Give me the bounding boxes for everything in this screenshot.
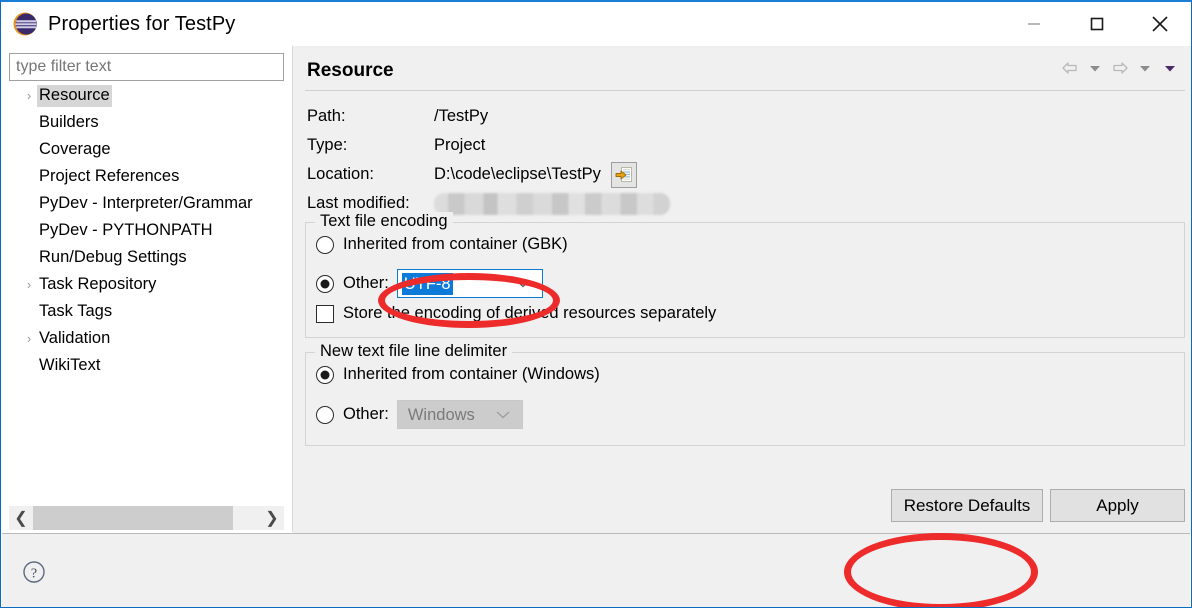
tree-item-label: PyDev - PYTHONPATH [39, 220, 213, 239]
svg-text:?: ? [31, 566, 37, 581]
page-title: Resource [307, 60, 394, 81]
page-navigation [1059, 56, 1181, 80]
line-delimiter-legend: New text file line delimiter [315, 342, 513, 361]
field-type-value: Project [434, 136, 486, 154]
tree-item-label: Builders [39, 112, 99, 131]
field-path-label: Path: [307, 107, 346, 125]
delimiter-other-label: Other: [343, 405, 389, 423]
dialog-footer: ? Apply and Close Cancel [2, 534, 1190, 607]
chevron-left-icon[interactable]: ❮ [9, 506, 33, 530]
delimiter-inherited-radio[interactable] [316, 365, 334, 384]
view-menu-chevron-down-icon[interactable] [1159, 56, 1181, 80]
tree-item-task-tags[interactable]: ›Task Tags [9, 298, 284, 325]
tree-item-run-debug-settings[interactable]: ›Run/Debug Settings [9, 244, 284, 271]
restore-defaults-button[interactable]: Restore Defaults [891, 489, 1043, 522]
chevron-right-icon[interactable]: › [21, 271, 37, 298]
tree-item-pydev-pythonpath[interactable]: ›PyDev - PYTHONPATH [9, 217, 284, 244]
field-last-modified-label: Last modified: [307, 194, 410, 212]
resource-fields: Path: /TestPy Type: Project Location: D:… [307, 102, 1177, 218]
line-delimiter-group: New text file line delimiter Inherited f… [305, 342, 1185, 446]
tree-item-validation[interactable]: › Validation [9, 325, 284, 352]
encoding-other-label: Other: [343, 274, 389, 292]
delimiter-combo-value: Windows [407, 405, 475, 424]
text-file-encoding-group: Text file encoding Inherited from contai… [305, 212, 1185, 338]
delimiter-inherited-label: Inherited from container (Windows) [343, 365, 600, 383]
minimize-button[interactable] [1002, 2, 1065, 46]
delimiter-inherited-row[interactable]: Inherited from container (Windows) [316, 365, 600, 384]
field-location-value: D:\code\eclipse\TestPy [434, 165, 601, 183]
window-title: Properties for TestPy [48, 12, 236, 35]
tree-item-builders[interactable]: ›Builders [9, 109, 284, 136]
encoding-other-row[interactable]: Other: UTF-8 [316, 269, 543, 298]
tree-item-label: Task Tags [39, 301, 113, 320]
field-path: Path: /TestPy [307, 102, 1177, 131]
encoding-combo-value: UTF-8 [401, 272, 453, 295]
tree-item-label: PyDev - Interpreter/Grammar [39, 193, 253, 212]
store-derived-row[interactable]: Store the encoding of derived resources … [316, 304, 716, 323]
navigation-panel: ›Resource›Builders›Coverage›Project Refe… [9, 53, 286, 533]
chevron-down-icon[interactable] [516, 274, 530, 293]
text-file-encoding-legend: Text file encoding [315, 212, 453, 231]
tree-item-label: Coverage [39, 139, 111, 158]
properties-dialog: Properties for TestPy ›Resource›Builders… [0, 0, 1192, 608]
tree-item-task-repository[interactable]: › Task Repository [9, 271, 284, 298]
tree-item-label: Resource [37, 84, 112, 107]
field-type-label: Type: [307, 136, 348, 154]
chevron-down-icon [496, 405, 510, 424]
settings-tree[interactable]: ›Resource›Builders›Coverage›Project Refe… [9, 82, 284, 531]
header-divider [305, 90, 1185, 91]
back-menu-chevron-down-icon[interactable] [1084, 56, 1106, 80]
window-controls [1002, 2, 1191, 46]
tree-item-label: Project References [39, 166, 180, 185]
tree-item-coverage[interactable]: ›Coverage [9, 136, 284, 163]
redacted-value [434, 192, 670, 215]
field-location-label: Location: [307, 165, 374, 183]
tree-horizontal-scrollbar[interactable]: ❮ ❯ [9, 506, 284, 530]
scrollbar-track[interactable] [33, 506, 260, 530]
forward-menu-chevron-down-icon[interactable] [1134, 56, 1156, 80]
chevron-right-icon[interactable]: › [21, 82, 37, 109]
delimiter-other-radio[interactable] [316, 405, 334, 424]
delimiter-other-row[interactable]: Other: Windows [316, 400, 523, 429]
encoding-combo[interactable]: UTF-8 [396, 269, 543, 298]
delimiter-combo: Windows [396, 400, 523, 429]
filter-box[interactable] [9, 53, 284, 81]
arrow-right-icon[interactable] [1109, 56, 1131, 80]
search-input[interactable] [10, 58, 283, 76]
chevron-right-icon[interactable]: › [21, 325, 37, 352]
encoding-inherited-radio[interactable] [316, 235, 334, 254]
tree-item-pydev-interpreter-grammar[interactable]: ›PyDev - Interpreter/Grammar [9, 190, 284, 217]
arrow-left-icon[interactable] [1059, 56, 1081, 80]
chevron-right-icon[interactable]: ❯ [260, 506, 284, 530]
open-location-icon[interactable] [610, 161, 637, 188]
tree-item-label: Validation [39, 328, 111, 347]
maximize-button[interactable] [1065, 2, 1128, 46]
close-button[interactable] [1128, 2, 1191, 46]
scrollbar-thumb[interactable] [33, 506, 233, 530]
tree-item-label: Run/Debug Settings [39, 247, 187, 266]
tree-item-wikitext[interactable]: ›WikiText [9, 352, 284, 379]
field-path-value: /TestPy [434, 107, 489, 125]
field-type: Type: Project [307, 131, 1177, 160]
tree-item-label: WikiText [39, 355, 101, 374]
apply-button[interactable]: Apply [1050, 489, 1185, 522]
tree-item-label: Task Repository [39, 274, 157, 293]
store-derived-checkbox[interactable] [316, 304, 334, 323]
encoding-inherited-row[interactable]: Inherited from container (GBK) [316, 235, 568, 254]
encoding-other-radio[interactable] [316, 274, 334, 293]
tree-item-resource[interactable]: › Resource [9, 82, 284, 109]
resource-page: Resource Path: /TestPy Type: Project Loc… [293, 46, 1191, 533]
store-derived-label: Store the encoding of derived resources … [343, 304, 717, 322]
eclipse-icon [12, 11, 38, 37]
encoding-inherited-label: Inherited from container (GBK) [343, 235, 568, 253]
field-location: Location: D:\code\eclipse\TestPy [307, 160, 1177, 189]
help-icon[interactable]: ? [21, 559, 47, 585]
tree-item-project-references[interactable]: ›Project References [9, 163, 284, 190]
title-bar: Properties for TestPy [1, 2, 1191, 46]
